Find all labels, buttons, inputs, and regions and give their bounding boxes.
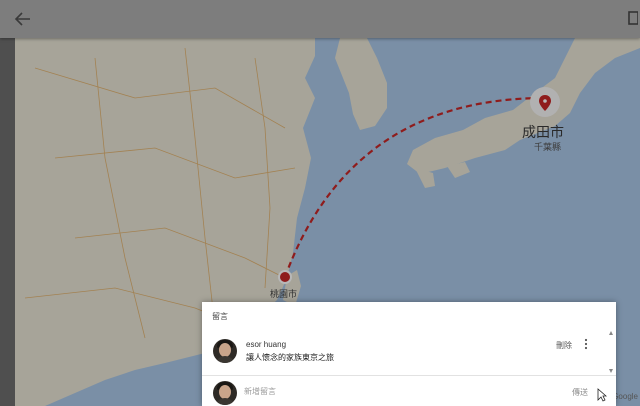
- send-button[interactable]: 傳送: [572, 387, 588, 398]
- avatar: [213, 381, 237, 405]
- map-attribution: Google: [612, 392, 638, 401]
- comments-title: 留言: [212, 312, 228, 321]
- new-comment-input[interactable]: [244, 384, 544, 398]
- destination-region-label: 千葉縣: [534, 142, 562, 152]
- comment-item: esor huang 讓人懷念的家族東京之旅 刪除: [202, 332, 616, 376]
- top-bar: [0, 0, 640, 38]
- more-options-icon[interactable]: [582, 338, 590, 350]
- map-pin-dot: [543, 99, 547, 103]
- mouse-cursor-icon: [597, 388, 607, 402]
- app-window: 成田市 千葉縣 桃園市 Google 留言 esor huang 讓人懷念的家族…: [0, 0, 640, 406]
- map-side-gutter: [0, 38, 15, 406]
- comment-text: 讓人懷念的家族東京之旅: [246, 353, 334, 362]
- avatar[interactable]: [213, 339, 237, 363]
- delete-comment-button[interactable]: 刪除: [556, 340, 572, 351]
- comments-panel: 留言 esor huang 讓人懷念的家族東京之旅 刪除 傳送: [202, 302, 616, 406]
- destination-city-label: 成田市: [522, 124, 564, 140]
- comment-author[interactable]: esor huang: [246, 340, 286, 349]
- origin-city-label: 桃園市: [270, 289, 298, 299]
- arrow-left-icon: [14, 12, 30, 26]
- compose-row: 傳送: [202, 376, 616, 406]
- back-button[interactable]: [10, 8, 34, 30]
- rectangle-icon[interactable]: [628, 10, 638, 26]
- comments-scrollbar[interactable]: [608, 330, 614, 374]
- origin-marker[interactable]: [278, 270, 292, 284]
